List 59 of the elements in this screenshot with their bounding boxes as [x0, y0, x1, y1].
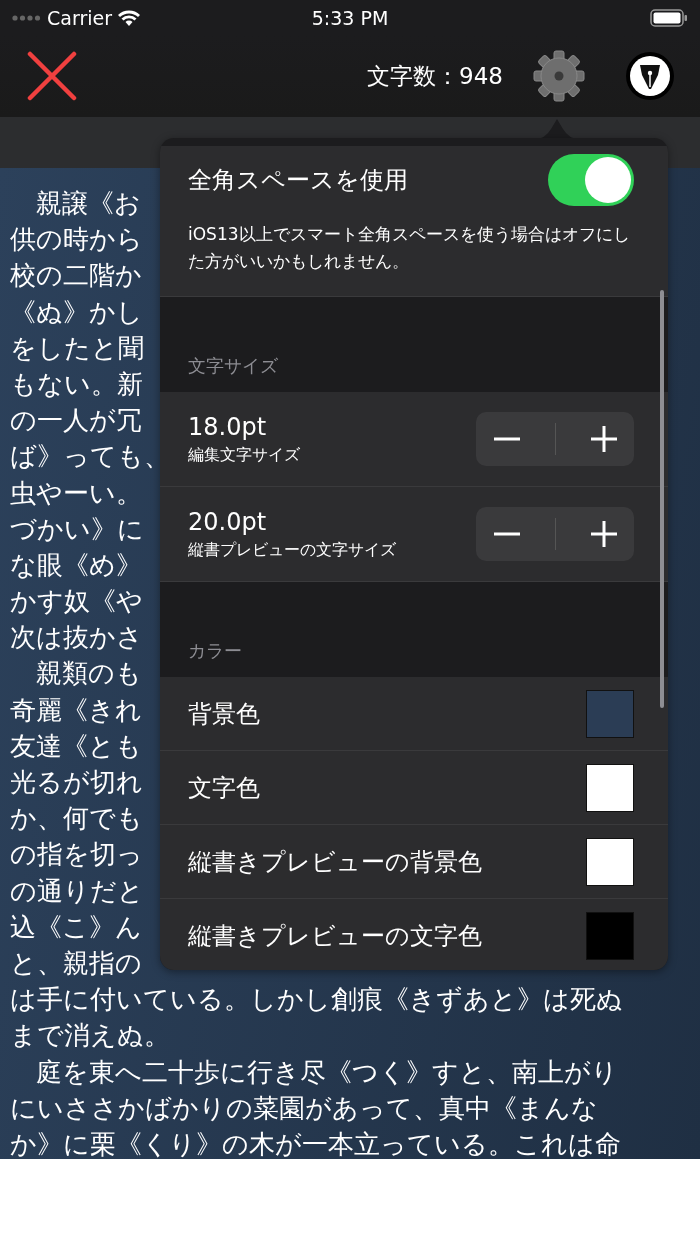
- editor-text-line: な眼《め》: [10, 548, 142, 582]
- setting-label: 縦書プレビューの文字サイズ: [188, 539, 396, 561]
- color-swatch[interactable]: [586, 689, 634, 738]
- wifi-icon: [117, 8, 141, 27]
- editor-text-line: か、何でも: [10, 802, 143, 836]
- status-time: 5:33 PM: [311, 6, 389, 29]
- editor-text-line: か》に栗《くり》の木が一本立っている。これは命: [10, 1127, 621, 1161]
- editor-text-line: 奇麗《きれ: [10, 693, 142, 727]
- editor-text-line: 光るが切れ: [10, 766, 143, 799]
- setting-label: 編集文字サイズ: [188, 444, 300, 466]
- setting-label: 縦書きプレビューの文字色: [188, 920, 482, 952]
- section-header: 文字サイズ: [188, 354, 278, 378]
- editor-text-line: 庭を東へ二十歩に行き尽《つく》すと、南上がり: [35, 1055, 618, 1089]
- editor-text-line: と、親指の: [10, 946, 142, 980]
- editor-text-line: の通りだと: [10, 874, 144, 908]
- editor-text-line: 校の二階か: [10, 259, 142, 293]
- battery-icon: [650, 8, 688, 27]
- editor-text-line: 友達《とも: [10, 729, 142, 763]
- editor-text-line: 込《こ》ん: [10, 910, 142, 944]
- editor-text-line: 次は抜かさ: [10, 621, 143, 655]
- color-swatch[interactable]: [586, 837, 634, 886]
- editor-text-line: は手に付いている。しかし創痕《きずあと》は死ぬ: [10, 983, 623, 1017]
- size-value: 18.0pt: [188, 412, 268, 441]
- setting-label: 背景色: [188, 698, 260, 730]
- editor-text-line: づかい》に: [10, 512, 144, 546]
- section-header: カラー: [188, 639, 242, 663]
- editor-text-line: 虫やーい。: [10, 476, 142, 510]
- editor-text-line: の指を切っ: [10, 838, 143, 872]
- signal-icon: [12, 14, 42, 21]
- toggle-switch[interactable]: [548, 154, 634, 206]
- editor-text-line: の一人が冗: [10, 404, 142, 438]
- character-count: 文字数：948: [367, 61, 503, 91]
- editor-text-line: もない。新: [10, 367, 143, 401]
- color-swatch[interactable]: [586, 911, 634, 960]
- size-value: 20.0pt: [188, 507, 268, 536]
- color-swatch[interactable]: [586, 763, 634, 812]
- plus-icon[interactable]: [590, 426, 617, 452]
- close-icon[interactable]: [27, 51, 77, 101]
- stepper-control[interactable]: [476, 412, 634, 466]
- setting-label: 文字色: [188, 772, 260, 804]
- editor-text-line: にいささかばかりの菜園があって、真中《まんな: [10, 1091, 598, 1125]
- minus-icon[interactable]: [493, 532, 520, 536]
- editor-text-line: かす奴《や: [10, 585, 143, 619]
- minus-icon[interactable]: [493, 437, 520, 441]
- editor-text-line: まで消えぬ。: [10, 1019, 170, 1053]
- editor-text-line: をしたと聞: [10, 331, 144, 365]
- editor-text-line: 親譲《お: [35, 187, 141, 220]
- editor-text-line: 供の時から: [10, 223, 143, 257]
- setting-label: 縦書きプレビューの背景色: [188, 846, 482, 878]
- setting-label: 全角スペースを使用: [188, 165, 408, 196]
- pen-nib-icon[interactable]: [625, 51, 675, 101]
- stepper-control[interactable]: [476, 507, 634, 561]
- plus-icon[interactable]: [590, 521, 617, 547]
- editor-text-line: 《ぬ》かし: [10, 295, 143, 329]
- carrier-label: Carrier: [47, 6, 112, 29]
- setting-note: iOS13以上でスマート全角スペースを使う場合はオフにした方がいいかもしれません。: [188, 223, 631, 273]
- editor-text-line: ば》っても、: [10, 440, 170, 474]
- editor-text-line: 親類のも: [35, 657, 142, 691]
- settings-icon[interactable]: [533, 50, 585, 102]
